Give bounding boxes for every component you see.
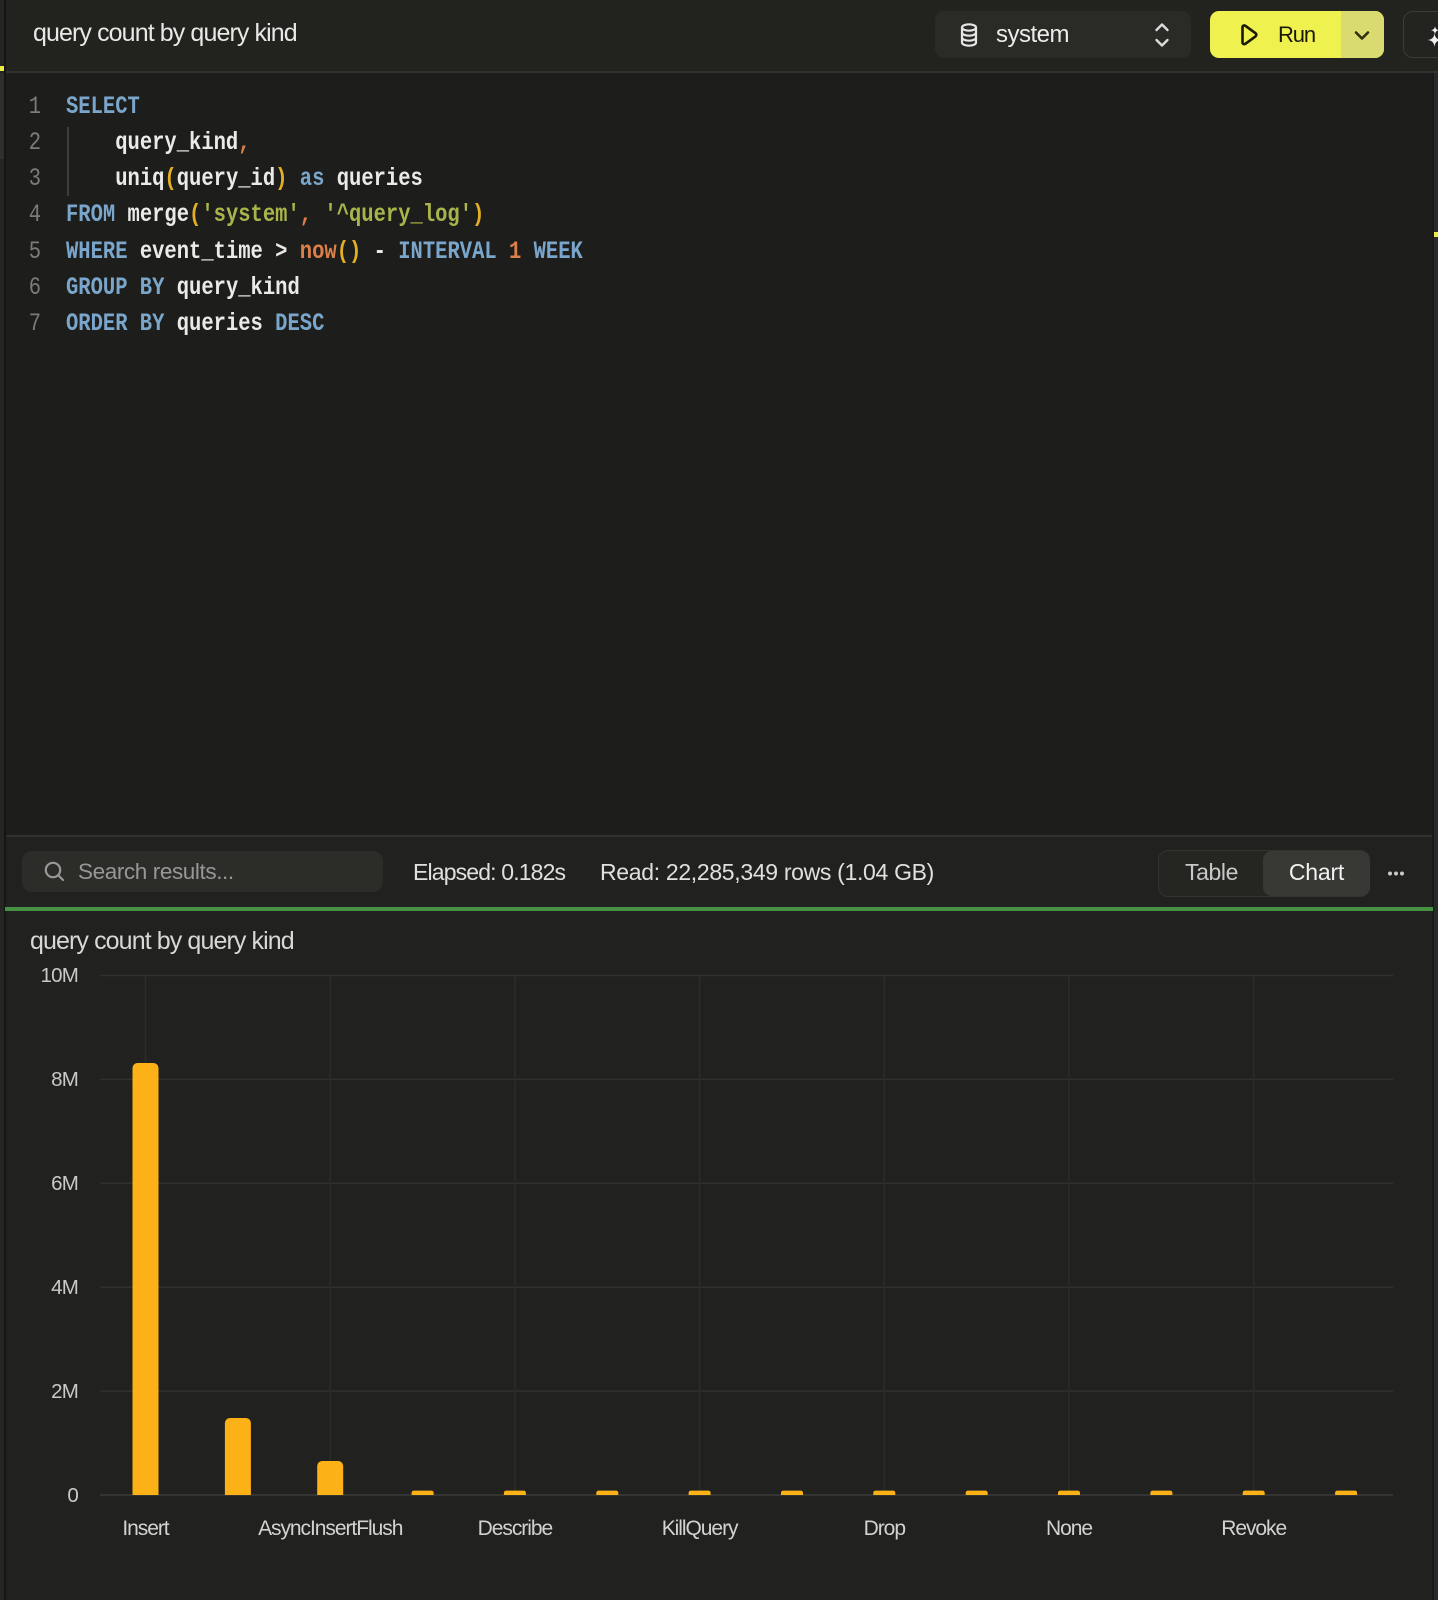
svg-text:6M: 6M xyxy=(51,1172,78,1195)
svg-text:0: 0 xyxy=(67,1484,78,1507)
svg-text:KillQuery: KillQuery xyxy=(662,1517,739,1540)
svg-text:Drop: Drop xyxy=(864,1517,906,1540)
svg-text:Insert: Insert xyxy=(122,1517,169,1540)
svg-text:Revoke: Revoke xyxy=(1221,1517,1286,1540)
svg-text:2M: 2M xyxy=(51,1380,78,1403)
svg-text:None: None xyxy=(1046,1517,1092,1540)
svg-text:4M: 4M xyxy=(51,1276,78,1299)
svg-text:AsyncInsertFlush: AsyncInsertFlush xyxy=(258,1517,403,1540)
svg-text:10M: 10M xyxy=(41,964,78,987)
svg-text:Describe: Describe xyxy=(478,1517,553,1540)
svg-text:8M: 8M xyxy=(51,1068,78,1091)
